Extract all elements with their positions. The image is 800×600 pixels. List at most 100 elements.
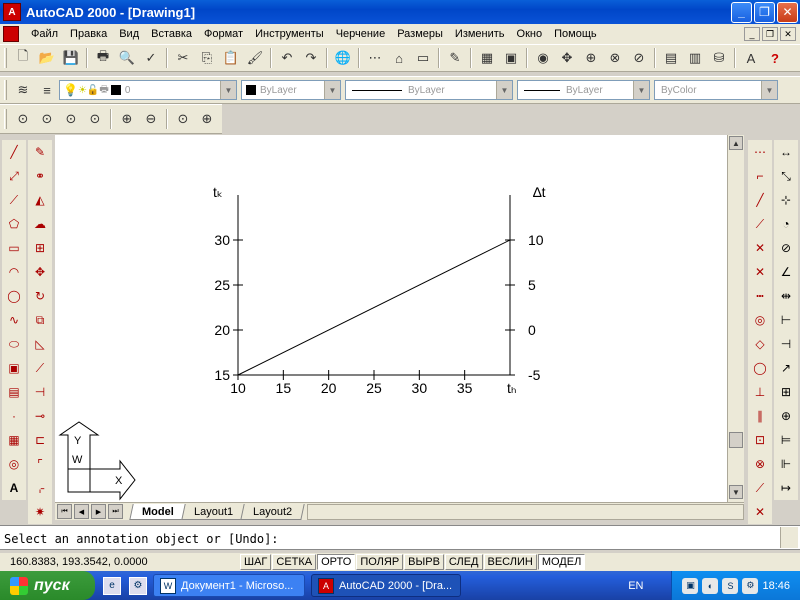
chamfer-icon[interactable]: ⌜ xyxy=(29,453,51,475)
spelling-icon[interactable]: ✓ xyxy=(140,47,162,69)
desktop-icon[interactable]: ⚙ xyxy=(129,576,147,595)
design-center-icon[interactable]: ▥ xyxy=(684,47,706,69)
horizontal-scrollbar[interactable] xyxy=(307,503,744,520)
fillet-icon[interactable]: ⌌ xyxy=(29,477,51,499)
chevron-down-icon[interactable]: ▼ xyxy=(220,81,236,99)
aerial-view-icon[interactable]: ▦ xyxy=(476,47,498,69)
copy-icon[interactable]: ⎘ xyxy=(196,47,218,69)
scroll-thumb[interactable] xyxy=(729,432,743,448)
tab-layout2[interactable]: Layout2 xyxy=(240,503,305,520)
zoom-all-icon[interactable]: ⊙ xyxy=(172,108,194,130)
text-style-icon[interactable]: A xyxy=(740,47,762,69)
ie-icon[interactable]: e xyxy=(103,576,121,595)
zoom-extents-icon[interactable]: ⊕ xyxy=(196,108,218,130)
menu-file[interactable]: Файл xyxy=(25,28,64,40)
polar-toggle[interactable]: ПОЛЯР xyxy=(356,554,404,570)
ucs-icon[interactable]: ⌂ xyxy=(388,47,410,69)
ellipse-icon[interactable]: ⬭ xyxy=(3,333,25,355)
cut-icon[interactable]: ✂ xyxy=(172,47,194,69)
copy-object-icon[interactable]: ⚭ xyxy=(29,165,51,187)
volume-icon[interactable]: ◐ xyxy=(702,577,719,594)
print-icon[interactable]: 🖶 xyxy=(92,47,114,69)
center-mark-icon[interactable]: ⊕ xyxy=(775,405,797,427)
snap-nearest-icon[interactable]: ⟋ xyxy=(749,477,771,499)
snap-extension-icon[interactable]: ┅ xyxy=(749,285,771,307)
snap-temp-track-icon[interactable]: ⋯ xyxy=(749,141,771,163)
menu-window[interactable]: Окно xyxy=(511,28,549,40)
zoom-window-icon[interactable]: ⊙ xyxy=(12,108,34,130)
chevron-down-icon[interactable]: ▼ xyxy=(496,81,512,99)
snap-apparent-intersection-icon[interactable]: ✕ xyxy=(749,261,771,283)
zoom-realtime-icon[interactable]: ⊕ xyxy=(580,47,602,69)
snap-parallel-icon[interactable]: ∥ xyxy=(749,405,771,427)
baseline-dimension-icon[interactable]: ⊢ xyxy=(775,309,797,331)
autocad-app-icon[interactable]: A xyxy=(3,3,21,21)
rotate-icon[interactable]: ↻ xyxy=(29,285,51,307)
mirror-icon[interactable]: ◭ xyxy=(29,189,51,211)
task-word[interactable]: W Документ1 - Microso... xyxy=(153,574,305,597)
next-tab-icon[interactable]: ▶ xyxy=(91,504,106,519)
snap-toggle[interactable]: ШАГ xyxy=(240,554,272,570)
angular-dimension-icon[interactable]: ∠ xyxy=(775,261,797,283)
linear-dimension-icon[interactable]: ↔ xyxy=(775,141,797,163)
lineweight-dropdown[interactable]: ByLayer ▼ xyxy=(517,80,650,100)
color-dropdown[interactable]: ByLayer ▼ xyxy=(241,80,341,100)
insert-block-icon[interactable]: ▣ xyxy=(3,357,25,379)
menu-help[interactable]: Помощь xyxy=(548,28,603,40)
menu-dimension[interactable]: Размеры xyxy=(391,28,449,40)
grid-toggle[interactable]: СЕТКА xyxy=(272,554,317,570)
minimize-button[interactable]: _ xyxy=(731,1,752,23)
snap-quadrant-icon[interactable]: ◇ xyxy=(749,333,771,355)
snap-node-icon[interactable]: ⊗ xyxy=(749,453,771,475)
trim-icon[interactable]: ⊣ xyxy=(29,381,51,403)
circle-icon[interactable]: ◯ xyxy=(3,285,25,307)
chevron-down-icon[interactable]: ▼ xyxy=(761,81,777,99)
snap-midpoint-icon[interactable]: ⟋ xyxy=(749,213,771,235)
hatch-icon[interactable]: ▦ xyxy=(3,429,25,451)
snap-insert-icon[interactable]: ⊡ xyxy=(749,429,771,451)
doc-close-button[interactable]: ✕ xyxy=(780,27,796,41)
tolerance-icon[interactable]: ⊞ xyxy=(775,381,797,403)
offset-icon[interactable]: ☁ xyxy=(29,213,51,235)
layer-dropdown[interactable]: 💡 ☀ 🔓 🖶 0 ▼ xyxy=(59,80,237,100)
dimension-edit-icon[interactable]: ⊨ xyxy=(775,429,797,451)
lengthen-icon[interactable]: ⟋ xyxy=(29,357,51,379)
skype-icon[interactable]: S xyxy=(722,577,739,594)
last-tab-icon[interactable]: ⏭ xyxy=(108,504,123,519)
ortho-toggle[interactable]: ОРТО xyxy=(317,554,356,570)
snap-none-icon[interactable]: ✕ xyxy=(749,501,771,523)
start-button[interactable]: пуск xyxy=(0,571,95,600)
dbconnect-icon[interactable]: ⛁ xyxy=(708,47,730,69)
snap-tangent-icon[interactable]: ◯ xyxy=(749,357,771,379)
paste-icon[interactable]: 📋 xyxy=(220,47,242,69)
dimension-text-edit-icon[interactable]: ⊩ xyxy=(775,453,797,475)
named-views-icon[interactable]: ▣ xyxy=(500,47,522,69)
continue-dimension-icon[interactable]: ⊣ xyxy=(775,333,797,355)
snap-intersection-icon[interactable]: ✕ xyxy=(749,237,771,259)
linetype-dropdown[interactable]: ByLayer ▼ xyxy=(345,80,513,100)
arc-icon[interactable]: ◠ xyxy=(3,261,25,283)
construction-line-icon[interactable]: ⤢ xyxy=(3,165,25,187)
pan-icon[interactable]: ✥ xyxy=(556,47,578,69)
command-line[interactable]: Select an annotation object or [Undo]: xyxy=(0,525,800,550)
polygon-icon[interactable]: ⬠ xyxy=(3,213,25,235)
explode-icon[interactable]: ✷ xyxy=(29,501,51,523)
language-indicator[interactable]: EN xyxy=(628,580,643,592)
properties-icon[interactable]: ▤ xyxy=(660,47,682,69)
menu-tools[interactable]: Инструменты xyxy=(249,28,330,40)
make-block-icon[interactable]: ▤ xyxy=(3,381,25,403)
command-scrollbar[interactable] xyxy=(780,527,798,548)
doc-restore-button[interactable]: ❐ xyxy=(762,27,778,41)
make-layer-current-icon[interactable]: ≡ xyxy=(36,79,58,101)
zoom-previous-icon[interactable]: ⊘ xyxy=(628,47,650,69)
scale-icon[interactable]: ⧉ xyxy=(29,309,51,331)
zoom-in-icon[interactable]: ⊕ xyxy=(116,108,138,130)
zoom-dynamic-icon[interactable]: ⊙ xyxy=(36,108,58,130)
vertical-scrollbar[interactable]: ▲ ▼ xyxy=(727,135,744,502)
undo-icon[interactable]: ↶ xyxy=(276,47,298,69)
maximize-button[interactable]: ❐ xyxy=(754,1,775,23)
polyline-icon[interactable]: ⟋ xyxy=(3,189,25,211)
otrack-toggle[interactable]: СЛЕД xyxy=(444,554,483,570)
menu-view[interactable]: Вид xyxy=(113,28,145,40)
drawing-area[interactable]: 10 15 20 25 30 35 15 20 25 30 -5 0 5 10 tₖ ∆t tₕ Y W … xyxy=(55,135,727,502)
